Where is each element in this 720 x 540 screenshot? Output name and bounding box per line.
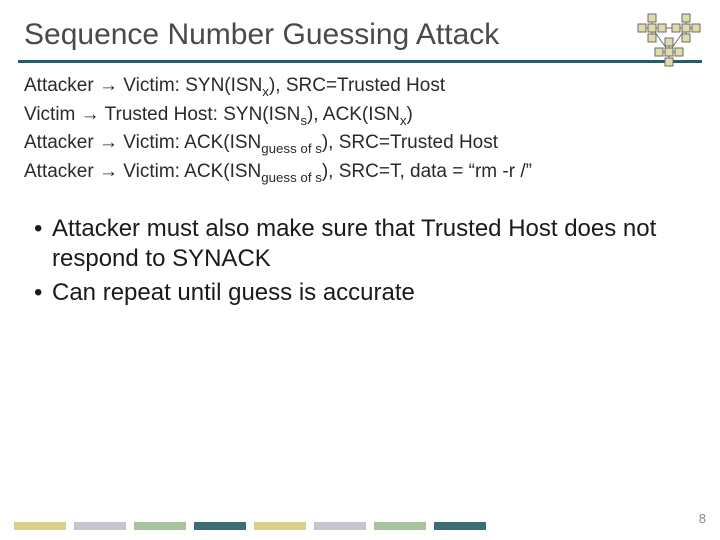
slide-title: Sequence Number Guessing Attack — [0, 0, 720, 60]
bullet-dot-icon: • — [34, 278, 52, 308]
to-text: Victim — [123, 75, 174, 96]
sequence-line: Attacker → Victim: ACK(ISNguess of s), S… — [24, 130, 696, 158]
packet-text: ACK(ISNguess of s), SRC=T, data = “rm -r… — [184, 161, 532, 182]
to-text: Victim — [123, 132, 174, 153]
stripe — [434, 522, 486, 530]
packet-text: ACK(ISNguess of s), SRC=Trusted Host — [184, 132, 498, 153]
bullet-text: Can repeat until guess is accurate — [52, 278, 415, 308]
stripe — [74, 522, 126, 530]
packet-text: SYN(ISNx), SRC=Trusted Host — [185, 75, 445, 96]
from-text: Attacker — [24, 75, 94, 96]
page-number: 8 — [699, 511, 706, 526]
slide: Sequence Number Guessing Attack Attacker… — [0, 0, 720, 540]
arrow-icon: → — [99, 75, 118, 96]
to-text: Victim — [123, 161, 174, 182]
arrow-icon: → — [81, 104, 100, 125]
sequence-lines: Attacker → Victim: SYN(ISNx), SRC=Truste… — [0, 73, 720, 187]
stripe — [134, 522, 186, 530]
bullet-dot-icon: • — [34, 214, 52, 274]
sequence-line: Attacker → Victim: SYN(ISNx), SRC=Truste… — [24, 73, 696, 101]
sequence-line: Attacker → Victim: ACK(ISNguess of s), S… — [24, 159, 696, 187]
stripe — [314, 522, 366, 530]
stripe — [254, 522, 306, 530]
stripe — [374, 522, 426, 530]
sequence-line: Victim → Trusted Host: SYN(ISNs), ACK(IS… — [24, 102, 696, 130]
bullet-list: •Attacker must also make sure that Trust… — [0, 188, 720, 308]
footer-stripes — [14, 522, 486, 530]
network-graphic — [632, 12, 708, 68]
stripe — [194, 522, 246, 530]
to-text: Trusted Host — [105, 104, 213, 125]
footer — [0, 522, 720, 530]
bullet-item: •Can repeat until guess is accurate — [34, 278, 686, 308]
bullet-text: Attacker must also make sure that Truste… — [52, 214, 686, 274]
stripe — [14, 522, 66, 530]
from-text: Victim — [24, 104, 75, 125]
from-text: Attacker — [24, 161, 94, 182]
arrow-icon: → — [99, 132, 118, 153]
arrow-icon: → — [99, 161, 118, 182]
packet-text: SYN(ISNs), ACK(ISNx) — [223, 104, 413, 125]
from-text: Attacker — [24, 132, 94, 153]
title-divider — [18, 60, 702, 63]
bullet-item: •Attacker must also make sure that Trust… — [34, 214, 686, 274]
